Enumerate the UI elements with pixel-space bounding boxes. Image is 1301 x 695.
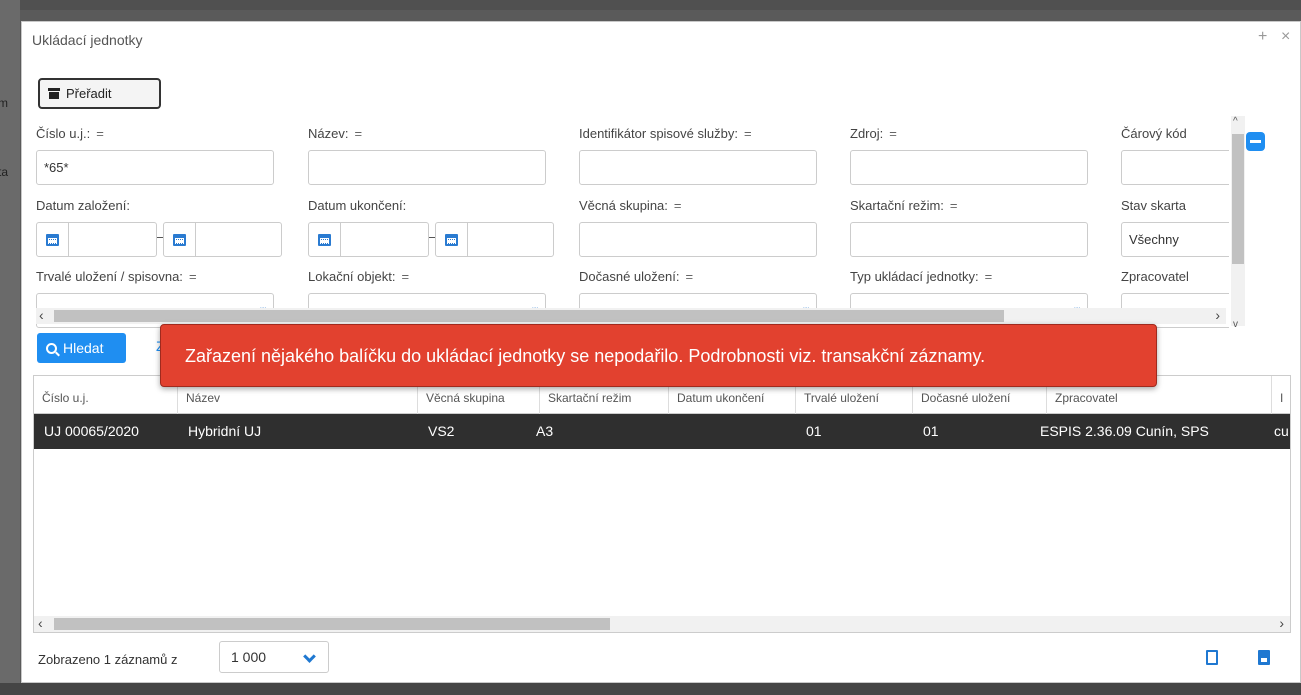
filter-label-cislo: Číslo u.j.: = [36, 126, 104, 141]
scroll-left-arrow-icon[interactable]: ‹ [38, 615, 43, 631]
search-button-label: Hledat [63, 340, 104, 356]
filter-select-stav-skartace[interactable]: Všechny [1121, 222, 1229, 257]
filter-label-docasne-ulozeni: Dočasné uložení: = [579, 269, 694, 284]
filter-input-vecna-skupina[interactable] [579, 222, 817, 257]
table-row[interactable]: UJ 00065/2020 Hybridní UJ VS2 A3 01 01 E… [34, 414, 1290, 449]
filter-horizontal-scrollbar[interactable]: ‹ › [36, 307, 1226, 324]
column-header-extra[interactable]: I [1272, 376, 1290, 414]
date-from-input[interactable] [308, 222, 429, 257]
calendar-icon-wrap[interactable] [164, 223, 196, 256]
chevron-down-icon [303, 650, 316, 663]
filter-label-stav-skartace: Stav skarta [1121, 198, 1187, 213]
cell-docasne-ulozeni: 01 [923, 423, 939, 439]
filter-input-identifikator[interactable] [579, 150, 817, 185]
calendar-icon-wrap[interactable] [436, 223, 468, 256]
page-size-select[interactable]: 1 000 [219, 641, 329, 673]
date-to-input[interactable] [163, 222, 282, 257]
calendar-icon-wrap[interactable] [309, 223, 341, 256]
filter-label-datum-zalozeni: Datum založení: [36, 198, 130, 213]
export-xml-icon[interactable] [1206, 650, 1218, 665]
filter-label-zpracovatel: Zpracovatel [1121, 269, 1189, 284]
scroll-up-arrow-icon[interactable]: ^ [1233, 116, 1238, 127]
calendar-icon [445, 233, 458, 246]
calendar-icon [318, 233, 331, 246]
cell-datum-ukonceni [669, 414, 796, 449]
filter-input-nazev[interactable] [308, 150, 546, 185]
filter-label-identifikator: Identifikátor spisové služby: = [579, 126, 752, 141]
scroll-thumb[interactable] [54, 310, 1004, 322]
date-from-input[interactable] [36, 222, 157, 257]
scroll-left-arrow-icon[interactable]: ‹ [39, 307, 44, 323]
filter-label-skartacni-rezim: Skartační režim: = [850, 198, 958, 213]
cell-extra: cu [1274, 423, 1289, 439]
collapse-filter-button[interactable] [1246, 132, 1265, 151]
cell-skartacni-rezim: A3 [536, 423, 554, 439]
background-strip [0, 0, 1301, 10]
filter-vertical-scrollbar[interactable]: ^ v [1231, 116, 1245, 330]
filter-label-datum-ukonceni: Datum ukončení: [308, 198, 407, 213]
column-header-cislo[interactable]: Číslo u.j. [34, 376, 178, 414]
filter-label-lokacni-objekt: Lokační objekt: = [308, 269, 410, 284]
scroll-thumb[interactable] [54, 618, 610, 630]
search-icon [46, 342, 57, 354]
export-csv-icon[interactable] [1258, 650, 1270, 665]
filter-label-nazev: Název: = [308, 126, 363, 141]
filter-label-trvale-ulozeni: Trvalé uložení / spisovna: = [36, 269, 197, 284]
calendar-icon [46, 233, 59, 246]
page-size-value: 1 000 [231, 649, 267, 665]
filter-label-carovy-kod: Čárový kód [1121, 126, 1187, 141]
filter-input-carovy-kod[interactable] [1121, 150, 1229, 185]
close-icon[interactable]: × [1281, 28, 1290, 46]
results-table: Číslo u.j. Název Věcná skupina Skartační… [33, 375, 1291, 633]
cell-trvale-ulozeni: 01 [806, 423, 822, 439]
background-bottom [0, 683, 1301, 695]
scroll-down-arrow-icon[interactable]: v [1233, 319, 1238, 330]
filter-input-skartacni-rezim[interactable] [850, 222, 1088, 257]
filter-input-zdroj[interactable] [850, 150, 1088, 185]
scroll-thumb[interactable] [1232, 134, 1244, 264]
filter-date-range-zalozeni [36, 222, 282, 257]
dialog-title: Ukládací jednotky [32, 32, 143, 48]
cell-vecna-skupina: VS2 [428, 423, 455, 439]
table-horizontal-scrollbar[interactable]: ‹ › [34, 615, 1290, 632]
filter-panel: Číslo u.j.: = *65* Název: = Identifikátor … [32, 114, 1229, 331]
calendar-icon [173, 233, 186, 246]
reassign-button[interactable]: Přeřadit [38, 78, 161, 109]
filter-label-zdroj: Zdroj: = [850, 126, 897, 141]
maximize-icon[interactable]: + [1258, 28, 1267, 46]
record-count-text: Zobrazeno 1 záznamů z [38, 652, 178, 667]
filter-label-typ-jednotky: Typ ukládací jednotky: = [850, 269, 993, 284]
error-toast[interactable]: Zařazení nějakého balíčku do ukládací je… [160, 324, 1157, 387]
scroll-right-arrow-icon[interactable]: › [1215, 307, 1220, 323]
filter-date-range-ukonceni [308, 222, 554, 257]
calendar-icon-wrap[interactable] [37, 223, 69, 256]
cell-zpracovatel: ESPIS 2.36.09 Cunín, SPS [1040, 423, 1209, 439]
cell-nazev: Hybridní UJ [188, 423, 262, 439]
date-to-input[interactable] [435, 222, 554, 257]
reassign-button-label: Přeřadit [66, 86, 112, 101]
search-button[interactable]: Hledat [37, 333, 126, 363]
background-text: m [0, 96, 8, 110]
filter-label-vecna-skupina: Věcná skupina: = [579, 198, 682, 213]
scroll-right-arrow-icon[interactable]: › [1279, 615, 1284, 631]
archive-box-icon [48, 88, 60, 99]
background-text: ta [0, 165, 9, 179]
cell-cislo: UJ 00065/2020 [44, 423, 139, 439]
filter-input-cislo[interactable]: *65* [36, 150, 274, 185]
